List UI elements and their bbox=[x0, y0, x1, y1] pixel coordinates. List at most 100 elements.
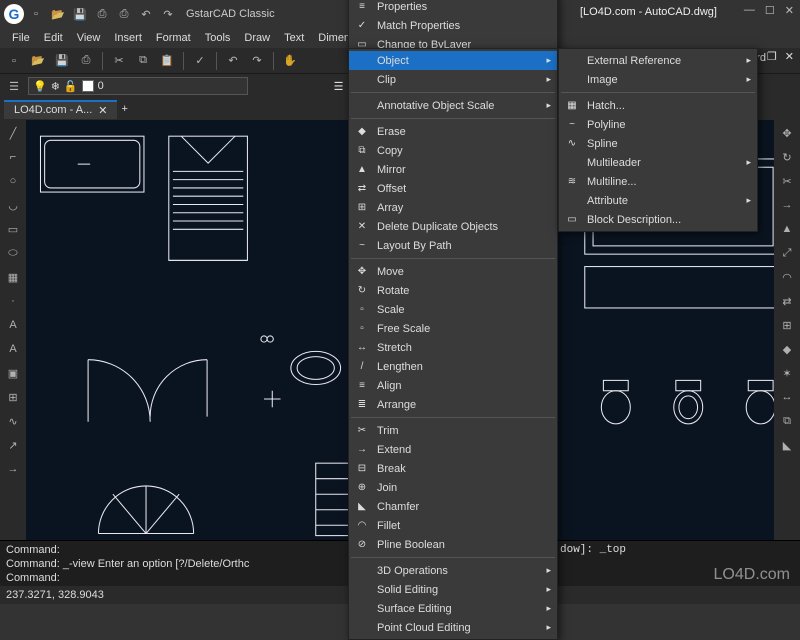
menu-item-layout-by-path[interactable]: ~Layout By Path bbox=[349, 236, 557, 255]
plot-icon[interactable]: ⎙ bbox=[116, 6, 132, 22]
menu-item-3d-operations[interactable]: 3D Operations bbox=[349, 561, 557, 580]
print-button[interactable]: ⎙ bbox=[78, 53, 94, 69]
menu-text[interactable]: Text bbox=[278, 30, 310, 46]
erase-tool[interactable]: ◆ bbox=[778, 340, 796, 358]
move-tool[interactable]: ✥ bbox=[778, 124, 796, 142]
menu-item-fillet[interactable]: ◠Fillet bbox=[349, 516, 557, 535]
construction-line-tool[interactable]: ↗ bbox=[4, 436, 22, 454]
menu-item-lengthen[interactable]: /Lengthen bbox=[349, 357, 557, 376]
document-tab[interactable]: LO4D.com - A... ✕ bbox=[4, 100, 117, 119]
menu-item-join[interactable]: ⊕Join bbox=[349, 478, 557, 497]
undo-icon[interactable]: ↶ bbox=[138, 6, 154, 22]
fillet-tool[interactable]: ◠ bbox=[778, 268, 796, 286]
mtext-tool[interactable]: A bbox=[4, 340, 22, 358]
workspace-label[interactable]: GstarCAD Classic bbox=[186, 8, 275, 20]
menu-item-break[interactable]: ⊟Break bbox=[349, 459, 557, 478]
matchprop-button[interactable]: ✓ bbox=[192, 53, 208, 69]
hatch-tool[interactable]: ▦ bbox=[4, 268, 22, 286]
offset-tool[interactable]: ⇄ bbox=[778, 292, 796, 310]
new-icon[interactable]: ▫ bbox=[28, 6, 44, 22]
menu-item-properties[interactable]: ≡Properties bbox=[349, 0, 557, 16]
table-tool[interactable]: ⊞ bbox=[4, 388, 22, 406]
menu-format[interactable]: Format bbox=[150, 30, 197, 46]
menu-item-pline-boolean[interactable]: ⊘Pline Boolean bbox=[349, 535, 557, 554]
menu-item-rotate[interactable]: ↻Rotate bbox=[349, 281, 557, 300]
spline-tool[interactable]: ∿ bbox=[4, 412, 22, 430]
mirror-tool[interactable]: ▲ bbox=[778, 220, 796, 238]
stretch-tool[interactable]: ↔ bbox=[778, 388, 796, 406]
menu-item-erase[interactable]: ◆Erase bbox=[349, 122, 557, 141]
undo-button[interactable]: ↶ bbox=[225, 53, 241, 69]
menu-item-align[interactable]: ≡Align bbox=[349, 376, 557, 395]
chamfer-tool[interactable]: ◣ bbox=[778, 436, 796, 454]
copy-tool[interactable]: ⧉ bbox=[778, 412, 796, 430]
open-icon[interactable]: 📂 bbox=[50, 6, 66, 22]
menu-item-trim[interactable]: ✂Trim bbox=[349, 421, 557, 440]
redo-button[interactable]: ↷ bbox=[249, 53, 265, 69]
arc-tool[interactable]: ◡ bbox=[4, 196, 22, 214]
layer-dropdown[interactable]: 💡 ❄ 🔓 0 bbox=[28, 77, 248, 95]
menu-item-arrange[interactable]: ≣Arrange bbox=[349, 395, 557, 414]
menu-item-image[interactable]: Image bbox=[559, 70, 757, 89]
menu-item-hatch[interactable]: ▦Hatch... bbox=[559, 96, 757, 115]
menu-item-surface-editing[interactable]: Surface Editing bbox=[349, 599, 557, 618]
polyline-tool[interactable]: ⌐ bbox=[4, 148, 22, 166]
tab-close-icon[interactable]: ✕ bbox=[98, 104, 107, 117]
menu-item-clip[interactable]: Clip bbox=[349, 70, 557, 89]
paste-button[interactable]: 📋 bbox=[159, 53, 175, 69]
region-tool[interactable]: ▣ bbox=[4, 364, 22, 382]
extend-tool[interactable]: → bbox=[778, 196, 796, 214]
menu-item-attribute[interactable]: Attribute bbox=[559, 191, 757, 210]
new-tab-button[interactable]: + bbox=[121, 103, 127, 115]
mdi-restore-icon[interactable]: ❐ bbox=[767, 50, 777, 63]
save-icon[interactable]: 💾 bbox=[72, 6, 88, 22]
redo-icon[interactable]: ↷ bbox=[160, 6, 176, 22]
menu-item-multiline[interactable]: ≋Multiline... bbox=[559, 172, 757, 191]
menu-item-mirror[interactable]: ▲Mirror bbox=[349, 160, 557, 179]
menu-item-chamfer[interactable]: ◣Chamfer bbox=[349, 497, 557, 516]
array-tool[interactable]: ⊞ bbox=[778, 316, 796, 334]
line-tool[interactable]: ╱ bbox=[4, 124, 22, 142]
new-button[interactable]: ▫ bbox=[6, 53, 22, 69]
copy-button[interactable]: ⧉ bbox=[135, 53, 151, 69]
maximize-icon[interactable]: ☐ bbox=[765, 4, 775, 17]
close-icon[interactable]: ✕ bbox=[785, 4, 794, 17]
cut-button[interactable]: ✂ bbox=[111, 53, 127, 69]
minimize-icon[interactable]: — bbox=[744, 4, 755, 17]
rectangle-tool[interactable]: ▭ bbox=[4, 220, 22, 238]
menu-item-match-properties[interactable]: ✓Match Properties bbox=[349, 16, 557, 35]
menu-item-copy[interactable]: ⧉Copy bbox=[349, 141, 557, 160]
menu-tools[interactable]: Tools bbox=[199, 30, 237, 46]
menu-item-point-cloud-editing[interactable]: Point Cloud Editing bbox=[349, 618, 557, 637]
menu-item-array[interactable]: ⊞Array bbox=[349, 198, 557, 217]
menu-item-offset[interactable]: ⇄Offset bbox=[349, 179, 557, 198]
menu-item-stretch[interactable]: ↔Stretch bbox=[349, 338, 557, 357]
menu-item-extend[interactable]: →Extend bbox=[349, 440, 557, 459]
menu-item-free-scale[interactable]: ▫Free Scale bbox=[349, 319, 557, 338]
menu-file[interactable]: File bbox=[6, 30, 36, 46]
saveas-icon[interactable]: ⎙ bbox=[94, 6, 110, 22]
ray-tool[interactable]: → bbox=[4, 460, 22, 478]
menu-item-scale[interactable]: ▫Scale bbox=[349, 300, 557, 319]
menu-draw[interactable]: Draw bbox=[238, 30, 276, 46]
menu-item-delete-duplicate-objects[interactable]: ✕Delete Duplicate Objects bbox=[349, 217, 557, 236]
text-tool[interactable]: A bbox=[4, 316, 22, 334]
explode-tool[interactable]: ✶ bbox=[778, 364, 796, 382]
rotate-tool[interactable]: ↻ bbox=[778, 148, 796, 166]
menu-item-move[interactable]: ✥Move bbox=[349, 262, 557, 281]
point-tool[interactable]: · bbox=[4, 292, 22, 310]
menu-item-object[interactable]: Object bbox=[349, 51, 557, 70]
menu-item-block-description[interactable]: ▭Block Description... bbox=[559, 210, 757, 229]
menu-insert[interactable]: Insert bbox=[108, 30, 148, 46]
menu-item-spline[interactable]: ∿Spline bbox=[559, 134, 757, 153]
layer-manager-icon[interactable]: ☰ bbox=[6, 78, 22, 94]
menu-item-annotative-object-scale[interactable]: Annotative Object Scale bbox=[349, 96, 557, 115]
app-logo[interactable]: G bbox=[4, 4, 24, 24]
trim-tool[interactable]: ✂ bbox=[778, 172, 796, 190]
open-button[interactable]: 📂 bbox=[30, 53, 46, 69]
menu-item-solid-editing[interactable]: Solid Editing bbox=[349, 580, 557, 599]
save-button[interactable]: 💾 bbox=[54, 53, 70, 69]
pan-button[interactable]: ✋ bbox=[282, 53, 298, 69]
ellipse-tool[interactable]: ⬭ bbox=[4, 244, 22, 262]
menu-view[interactable]: View bbox=[71, 30, 107, 46]
